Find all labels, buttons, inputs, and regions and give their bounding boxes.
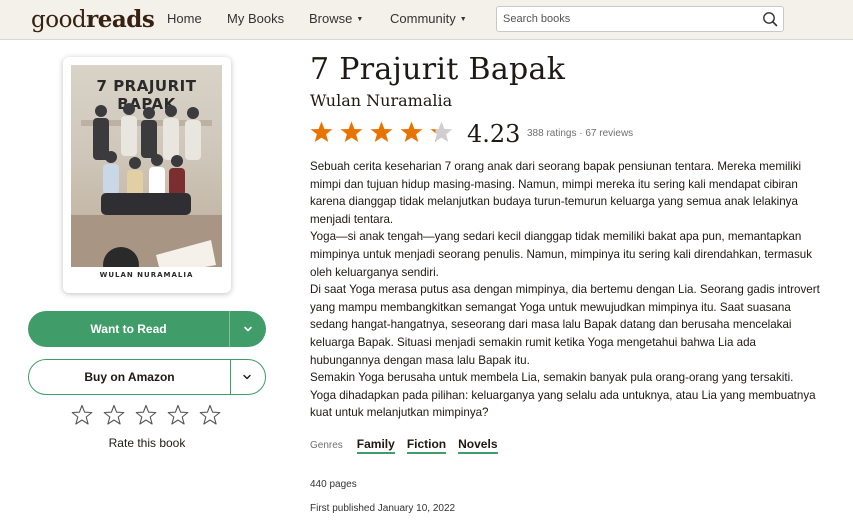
rate-star-2-icon[interactable] — [102, 403, 126, 427]
book-title: 7 Prajurit Bapak — [310, 52, 566, 87]
caret-down-icon: ▼ — [459, 16, 467, 24]
nav-community[interactable]: Community ▼ — [390, 11, 467, 26]
rating-star-4-icon — [400, 121, 423, 142]
genre-link-fiction[interactable]: Fiction — [406, 437, 447, 454]
nav-community-label: Community — [390, 11, 456, 26]
logo-text-reads: reads — [86, 6, 155, 33]
description-paragraph: Di saat Yoga merasa putus asa dengan mim… — [310, 283, 820, 367]
search-box — [496, 6, 784, 32]
book-description: Sebuah cerita keseharian 7 orang anak da… — [310, 158, 822, 422]
top-nav-bar: goodreads Home My Books Browse ▼ Communit… — [0, 0, 853, 40]
nav-browse[interactable]: Browse ▼ — [309, 11, 363, 26]
rate-this-book-label: Rate this book — [108, 436, 186, 450]
description-paragraph: Yoga—si anak tengah—yang sedari kecil di… — [310, 230, 812, 279]
rate-star-4-icon[interactable] — [166, 403, 190, 427]
genre-link-family[interactable]: Family — [356, 437, 395, 454]
rate-star-3-icon[interactable] — [134, 403, 158, 427]
shelf-dropdown-button[interactable] — [230, 311, 266, 347]
cover-illustration — [71, 103, 222, 283]
ratings-reviews-count[interactable]: 388 ratings · 67 reviews — [527, 128, 633, 139]
buy-on-amazon-label: Buy on Amazon — [84, 370, 175, 384]
buy-on-amazon-button[interactable]: Buy on Amazon — [28, 359, 266, 395]
nav-home-label: Home — [167, 11, 202, 26]
nav-browse-label: Browse — [309, 11, 353, 26]
description-paragraph: Semakin Yoga berusaha untuk membela Lia,… — [310, 371, 816, 420]
rating-star-2-icon — [340, 121, 363, 142]
chevron-down-icon — [244, 326, 252, 332]
book-author[interactable]: Wulan Nuramalia — [310, 91, 452, 110]
rate-stars — [70, 403, 222, 427]
chevron-down-icon — [243, 374, 251, 380]
genres-list: Genres Family Fiction Novels — [310, 437, 510, 454]
book-cover[interactable]: 7 PRAJURIT BAPAK WULAN NURAMALIA — [63, 57, 231, 293]
rating-star-3-icon — [370, 121, 393, 142]
genre-link-novels[interactable]: Novels — [458, 437, 498, 454]
average-rating-stars — [309, 120, 454, 145]
retailers-dropdown-button[interactable] — [229, 360, 265, 394]
nav-home[interactable]: Home — [167, 11, 202, 26]
caret-down-icon: ▼ — [356, 16, 364, 24]
nav-my-books-label: My Books — [227, 11, 285, 26]
nav-my-books[interactable]: My Books — [227, 11, 284, 26]
page-count: 440 pages — [310, 479, 357, 490]
rating-star-5-icon — [430, 121, 453, 142]
search-icon[interactable] — [762, 11, 778, 27]
publication-date: First published January 10, 2022 — [310, 503, 456, 514]
rating-star-1-icon — [310, 121, 333, 142]
genres-label: Genres — [310, 440, 343, 451]
rate-star-1-icon[interactable] — [70, 403, 94, 427]
want-to-read-button[interactable]: Want to Read — [28, 311, 266, 347]
book-cover-image: 7 PRAJURIT BAPAK WULAN NURAMALIA — [71, 65, 222, 283]
goodreads-logo[interactable]: goodreads — [31, 6, 155, 33]
search-input[interactable] — [497, 7, 747, 31]
want-to-read-label: Want to Read — [90, 322, 167, 336]
average-rating-value: 4.23 — [467, 120, 521, 148]
cover-author-text: WULAN NURAMALIA — [99, 271, 194, 279]
logo-text-good: good — [31, 7, 87, 33]
description-paragraph: Sebuah cerita keseharian 7 orang anak da… — [310, 160, 802, 226]
rate-star-5-icon[interactable] — [198, 403, 222, 427]
